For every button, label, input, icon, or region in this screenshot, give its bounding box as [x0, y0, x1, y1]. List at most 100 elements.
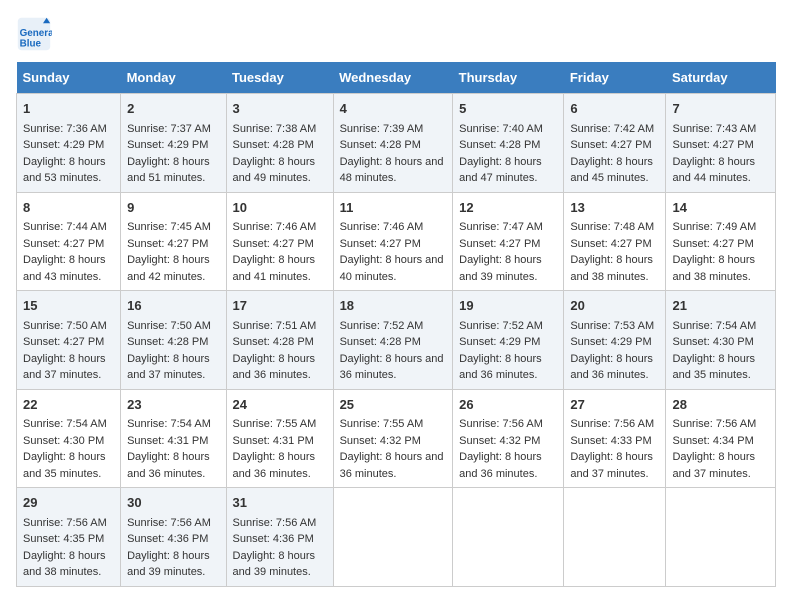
col-header-thursday: Thursday: [453, 62, 564, 94]
calendar-cell: [564, 488, 666, 587]
day-number: 1: [23, 99, 114, 119]
col-header-sunday: Sunday: [17, 62, 121, 94]
calendar-cell: 12 Sunrise: 7:47 AM Sunset: 4:27 PM Dayligh…: [453, 192, 564, 291]
day-number: 20: [570, 296, 659, 316]
daylight-text: Daylight: 8 hours and 37 minutes.: [570, 451, 653, 480]
sunrise-text: Sunrise: 7:47 AM: [459, 221, 543, 233]
sunrise-text: Sunrise: 7:38 AM: [233, 123, 317, 135]
calendar-cell: 3Sunrise: 7:38 AMSunset: 4:28 PMDaylight…: [226, 94, 333, 193]
daylight-text: Daylight: 8 hours and 37 minutes.: [23, 353, 106, 382]
calendar-cell: 2Sunrise: 7:37 AMSunset: 4:29 PMDaylight…: [121, 94, 226, 193]
sunset-text: Sunset: 4:31 PM: [233, 435, 314, 447]
calendar-cell: 8Sunrise: 7:44 AMSunset: 4:27 PMDaylight…: [17, 192, 121, 291]
calendar-cell: 21Sunrise: 7:54 AMSunset: 4:30 PMDayligh…: [666, 291, 776, 390]
sunrise-text: Sunrise: 7:43 AM: [672, 123, 756, 135]
sunset-text: Sunset: 4:29 PM: [127, 139, 208, 151]
daylight-text: Daylight: 8 hours and 42 minutes.: [127, 254, 210, 283]
daylight-text: Daylight: 8 hours and 39 minutes.: [127, 550, 210, 579]
calendar-cell: 9Sunrise: 7:45 AMSunset: 4:27 PMDaylight…: [121, 192, 226, 291]
daylight-text: Daylight: 8 hours and 39 minutes.: [459, 254, 542, 283]
sunrise-text: Sunrise: 7:48 AM: [570, 221, 654, 233]
header-row: SundayMondayTuesdayWednesdayThursdayFrid…: [17, 62, 776, 94]
sunrise-text: Sunrise: 7:36 AM: [23, 123, 107, 135]
sunset-text: Sunset: 4:32 PM: [340, 435, 421, 447]
day-number: 23: [127, 395, 219, 415]
daylight-text: Daylight: 8 hours and 38 minutes.: [672, 254, 755, 283]
daylight-text: Daylight: 8 hours and 41 minutes.: [233, 254, 316, 283]
sunrise-text: Sunrise: 7:56 AM: [233, 517, 317, 529]
daylight-text: Daylight: 8 hours and 43 minutes.: [23, 254, 106, 283]
sunset-text: Sunset: 4:28 PM: [233, 336, 314, 348]
calendar-cell: 17Sunrise: 7:51 AMSunset: 4:28 PMDayligh…: [226, 291, 333, 390]
col-header-friday: Friday: [564, 62, 666, 94]
day-number: 19: [459, 296, 557, 316]
calendar-cell: 6Sunrise: 7:42 AMSunset: 4:27 PMDaylight…: [564, 94, 666, 193]
day-number: 5: [459, 99, 557, 119]
day-number: 8: [23, 198, 114, 218]
sunrise-text: Sunrise: 7:46 AM: [233, 221, 317, 233]
sunrise-text: Sunrise: 7:52 AM: [459, 320, 543, 332]
sunset-text: Sunset: 4:27 PM: [459, 238, 540, 250]
daylight-text: Daylight: 8 hours and 35 minutes.: [672, 353, 755, 382]
calendar-cell: 26Sunrise: 7:56 AMSunset: 4:32 PMDayligh…: [453, 389, 564, 488]
sunrise-text: Sunrise: 7:56 AM: [570, 418, 654, 430]
calendar-cell: 20Sunrise: 7:53 AMSunset: 4:29 PMDayligh…: [564, 291, 666, 390]
calendar-cell: 5Sunrise: 7:40 AMSunset: 4:28 PMDaylight…: [453, 94, 564, 193]
week-row-5: 29 Sunrise: 7:56 AM Sunset: 4:35 PM Dayligh…: [17, 488, 776, 587]
day-number: 24: [233, 395, 327, 415]
sunrise-text: Sunrise: 7:54 AM: [672, 320, 756, 332]
day-number: 27: [570, 395, 659, 415]
col-header-wednesday: Wednesday: [333, 62, 453, 94]
day-number: 4: [340, 99, 447, 119]
sunrise-text: Sunrise: 7:51 AM: [233, 320, 317, 332]
sunrise-text: Sunrise: 7:39 AM: [340, 123, 424, 135]
week-row-1: 1 Sunrise: 7:36 AM Sunset: 4:29 PM Daylight…: [17, 94, 776, 193]
calendar-cell: 30Sunrise: 7:56 AMSunset: 4:36 PMDayligh…: [121, 488, 226, 587]
calendar-cell: 13Sunrise: 7:48 AMSunset: 4:27 PMDayligh…: [564, 192, 666, 291]
sunset-text: Sunset: 4:36 PM: [127, 533, 208, 545]
sunset-text: Sunset: 4:31 PM: [127, 435, 208, 447]
day-number: 3: [233, 99, 327, 119]
sunrise-text: Sunrise: 7:40 AM: [459, 123, 543, 135]
day-number: 30: [127, 493, 219, 513]
sunset-text: Sunset: 4:35 PM: [23, 533, 104, 545]
sunset-text: Sunset: 4:30 PM: [672, 336, 753, 348]
daylight-text: Daylight: 8 hours and 36 minutes.: [233, 451, 316, 480]
day-number: 22: [23, 395, 114, 415]
calendar-cell: [453, 488, 564, 587]
calendar-cell: [666, 488, 776, 587]
calendar-cell: [333, 488, 453, 587]
day-number: 13: [570, 198, 659, 218]
day-number: 6: [570, 99, 659, 119]
day-number: 18: [340, 296, 447, 316]
daylight-text: Daylight: 8 hours and 40 minutes.: [340, 254, 444, 283]
calendar-cell: 28Sunrise: 7:56 AMSunset: 4:34 PMDayligh…: [666, 389, 776, 488]
daylight-text: Daylight: 8 hours and 45 minutes.: [570, 156, 653, 185]
daylight-text: Daylight: 8 hours and 47 minutes.: [459, 156, 542, 185]
sunset-text: Sunset: 4:27 PM: [340, 238, 421, 250]
daylight-text: Daylight: 8 hours and 36 minutes.: [127, 451, 210, 480]
sunset-text: Sunset: 4:28 PM: [340, 139, 421, 151]
daylight-text: Daylight: 8 hours and 36 minutes.: [570, 353, 653, 382]
calendar-cell: 15Sunrise: 7:50 AMSunset: 4:27 PMDayligh…: [17, 291, 121, 390]
calendar-cell: 16Sunrise: 7:50 AMSunset: 4:28 PMDayligh…: [121, 291, 226, 390]
sunrise-text: Sunrise: 7:55 AM: [340, 418, 424, 430]
calendar-cell: 11 Sunrise: 7:46 AM Sunset: 4:27 PM Dayligh…: [333, 192, 453, 291]
sunrise-text: Sunrise: 7:50 AM: [127, 320, 211, 332]
daylight-text: Daylight: 8 hours and 36 minutes.: [233, 353, 316, 382]
day-number: 29: [23, 493, 114, 513]
calendar-cell: 23 Sunrise: 7:54 AM Sunset: 4:31 PM Dayligh…: [121, 389, 226, 488]
sunset-text: Sunset: 4:32 PM: [459, 435, 540, 447]
sunrise-text: Sunrise: 7:46 AM: [340, 221, 424, 233]
sunset-text: Sunset: 4:29 PM: [459, 336, 540, 348]
sunrise-text: Sunrise: 7:49 AM: [672, 221, 756, 233]
day-number: 12: [459, 198, 557, 218]
day-number: 28: [672, 395, 769, 415]
week-row-3: 15Sunrise: 7:50 AMSunset: 4:27 PMDayligh…: [17, 291, 776, 390]
col-header-saturday: Saturday: [666, 62, 776, 94]
sunset-text: Sunset: 4:28 PM: [340, 336, 421, 348]
daylight-text: Daylight: 8 hours and 48 minutes.: [340, 156, 444, 185]
day-number: 11: [340, 198, 447, 218]
sunrise-text: Sunrise: 7:54 AM: [127, 418, 211, 430]
sunrise-text: Sunrise: 7:56 AM: [672, 418, 756, 430]
